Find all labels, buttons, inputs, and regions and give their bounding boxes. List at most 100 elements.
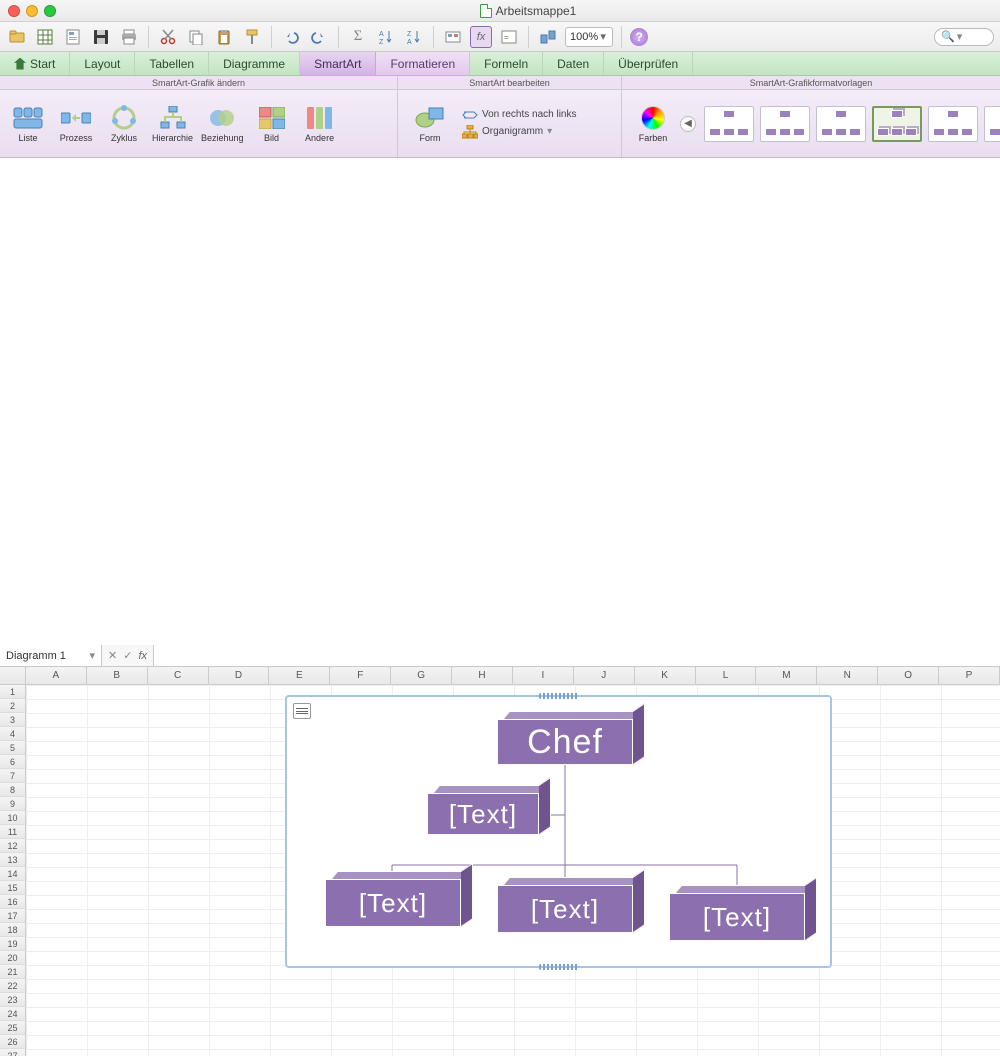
- tab-layout[interactable]: Layout: [70, 52, 135, 75]
- col-header[interactable]: P: [939, 667, 1000, 684]
- row-header[interactable]: 26: [0, 1035, 26, 1049]
- row-header[interactable]: 16: [0, 895, 26, 909]
- row-header[interactable]: 4: [0, 727, 26, 741]
- smartart-andere-button[interactable]: Andere: [300, 105, 340, 143]
- row-header[interactable]: 1: [0, 685, 26, 699]
- smartart-bild-button[interactable]: Bild: [252, 105, 292, 143]
- org-node-child-2[interactable]: [Text]: [497, 885, 633, 933]
- tab-formatieren[interactable]: Formatieren: [376, 52, 470, 75]
- tab-formeln[interactable]: Formeln: [470, 52, 543, 75]
- row-header[interactable]: 15: [0, 881, 26, 895]
- col-header[interactable]: H: [452, 667, 513, 684]
- sort-desc-button[interactable]: ZA: [403, 26, 425, 48]
- cancel-formula-button[interactable]: ✕: [108, 649, 117, 662]
- col-header[interactable]: B: [87, 667, 148, 684]
- style-thumb-4-selected[interactable]: [872, 106, 922, 142]
- org-node-child-1[interactable]: [Text]: [325, 879, 461, 927]
- col-header[interactable]: M: [756, 667, 817, 684]
- col-header[interactable]: L: [696, 667, 757, 684]
- farben-button[interactable]: Farben: [630, 105, 676, 143]
- col-header[interactable]: N: [817, 667, 878, 684]
- col-header[interactable]: I: [513, 667, 574, 684]
- show-formulas-button[interactable]: =: [498, 26, 520, 48]
- row-header[interactable]: 9: [0, 797, 26, 811]
- paste-button[interactable]: [213, 26, 235, 48]
- row-header[interactable]: 8: [0, 783, 26, 797]
- row-header[interactable]: 21: [0, 965, 26, 979]
- fx-button[interactable]: fx: [138, 650, 147, 662]
- tab-daten[interactable]: Daten: [543, 52, 604, 75]
- gallery-button[interactable]: [442, 26, 464, 48]
- smartart-liste-button[interactable]: Liste: [8, 105, 48, 143]
- tab-tabellen[interactable]: Tabellen: [135, 52, 209, 75]
- row-header[interactable]: 18: [0, 923, 26, 937]
- row-header[interactable]: 2: [0, 699, 26, 713]
- col-header[interactable]: A: [26, 667, 87, 684]
- row-header[interactable]: 10: [0, 811, 26, 825]
- save-button[interactable]: [90, 26, 112, 48]
- cut-button[interactable]: [157, 26, 179, 48]
- col-header[interactable]: C: [148, 667, 209, 684]
- org-node-top[interactable]: Chef: [497, 719, 633, 765]
- undo-button[interactable]: [280, 26, 302, 48]
- style-thumb-1[interactable]: [704, 106, 754, 142]
- organigramm-button[interactable]: Organigramm▾: [462, 125, 577, 139]
- col-header[interactable]: E: [269, 667, 330, 684]
- row-header[interactable]: 6: [0, 755, 26, 769]
- col-header[interactable]: O: [878, 667, 939, 684]
- style-prev-button[interactable]: ◀: [680, 116, 696, 132]
- grid-icon[interactable]: [34, 26, 56, 48]
- smartart-form-button[interactable]: Form: [406, 105, 454, 143]
- template-icon[interactable]: [62, 26, 84, 48]
- select-all-corner[interactable]: [0, 667, 26, 684]
- org-node-assistant[interactable]: [Text]: [427, 793, 539, 835]
- worksheet[interactable]: A B C D E F G H I J K L M N O P 12345678…: [0, 667, 1000, 1056]
- col-header[interactable]: F: [330, 667, 391, 684]
- row-header[interactable]: 20: [0, 951, 26, 965]
- autosum-button[interactable]: Σ: [347, 26, 369, 48]
- org-node-child-3[interactable]: [Text]: [669, 893, 805, 941]
- group-button[interactable]: [537, 26, 559, 48]
- row-header[interactable]: 13: [0, 853, 26, 867]
- zoom-control[interactable]: 100%▾: [565, 27, 613, 47]
- smartart-hierarchie-button[interactable]: Hierarchie: [152, 105, 193, 143]
- name-box[interactable]: Diagramm 1▾: [0, 645, 102, 666]
- search-input[interactable]: 🔍▾: [934, 28, 994, 46]
- row-header[interactable]: 17: [0, 909, 26, 923]
- formula-input[interactable]: [153, 645, 1000, 666]
- tab-start[interactable]: Start: [0, 52, 70, 75]
- row-header[interactable]: 11: [0, 825, 26, 839]
- smartart-zyklus-button[interactable]: Zyklus: [104, 105, 144, 143]
- row-header[interactable]: 23: [0, 993, 26, 1007]
- row-header[interactable]: 12: [0, 839, 26, 853]
- redo-button[interactable]: [308, 26, 330, 48]
- style-thumb-3[interactable]: [816, 106, 866, 142]
- sort-button[interactable]: AZ: [375, 26, 397, 48]
- minimize-window-button[interactable]: [26, 5, 38, 17]
- smartart-object[interactable]: Chef [Text] [Text] [Text] [Text]: [285, 695, 832, 968]
- rtl-button[interactable]: Von rechts nach links: [462, 109, 577, 121]
- row-header[interactable]: 19: [0, 937, 26, 951]
- row-header[interactable]: 3: [0, 713, 26, 727]
- style-thumb-6[interactable]: [984, 106, 1000, 142]
- help-button[interactable]: ?: [630, 28, 648, 46]
- row-header[interactable]: 25: [0, 1021, 26, 1035]
- smartart-prozess-button[interactable]: Prozess: [56, 105, 96, 143]
- tab-diagramme[interactable]: Diagramme: [209, 52, 300, 75]
- row-header[interactable]: 7: [0, 769, 26, 783]
- col-header[interactable]: J: [574, 667, 635, 684]
- zoom-window-button[interactable]: [44, 5, 56, 17]
- row-header[interactable]: 5: [0, 741, 26, 755]
- style-thumb-2[interactable]: [760, 106, 810, 142]
- style-thumb-5[interactable]: [928, 106, 978, 142]
- smartart-beziehung-button[interactable]: Beziehung: [201, 105, 244, 143]
- accept-formula-button[interactable]: ✓: [123, 649, 132, 662]
- format-painter-button[interactable]: [241, 26, 263, 48]
- row-header[interactable]: 27: [0, 1049, 26, 1056]
- tab-smartart[interactable]: SmartArt: [300, 52, 376, 75]
- copy-button[interactable]: [185, 26, 207, 48]
- row-header[interactable]: 14: [0, 867, 26, 881]
- col-header[interactable]: D: [209, 667, 270, 684]
- tab-ueberpruefen[interactable]: Überprüfen: [604, 52, 693, 75]
- col-header[interactable]: K: [635, 667, 696, 684]
